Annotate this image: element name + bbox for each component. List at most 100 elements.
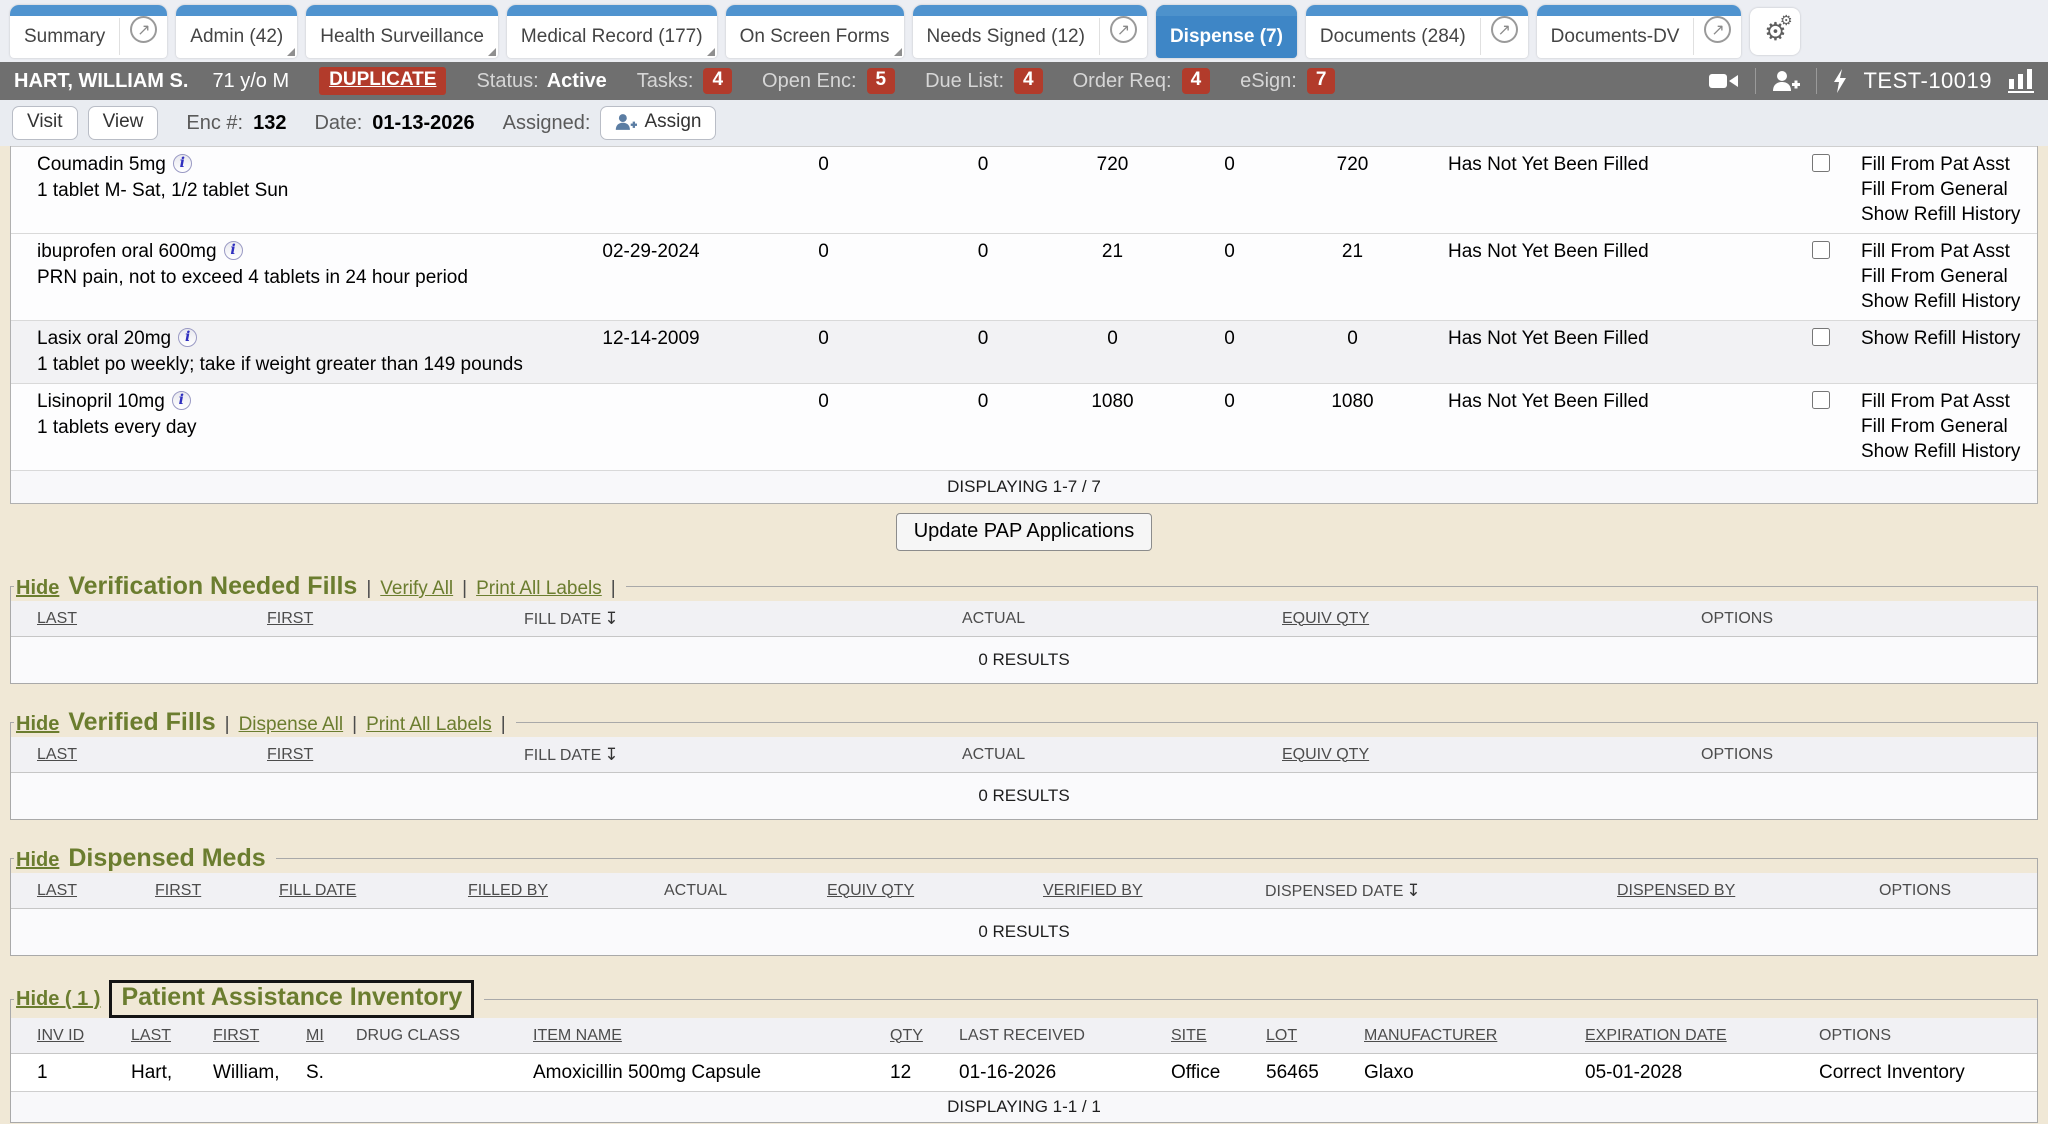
lightning-bolt-icon[interactable]	[1833, 69, 1847, 93]
row-checkbox[interactable]	[1812, 391, 1830, 409]
column-header-mi[interactable]: MI	[280, 1027, 330, 1045]
video-camera-icon[interactable]	[1709, 71, 1739, 91]
option-fill-from-pat-asst[interactable]: Fill From Pat Asst	[1861, 152, 2037, 177]
qty-cell: 12	[864, 1062, 933, 1084]
hide-link[interactable]: Hide	[16, 577, 59, 600]
column-header-first[interactable]: FIRST	[241, 610, 498, 628]
option-show-refill-history[interactable]: Show Refill History	[1861, 326, 2037, 351]
option-fill-from-general[interactable]: Fill From General	[1861, 264, 2037, 289]
bar-chart-icon[interactable]	[2008, 69, 2034, 93]
tab-documents[interactable]: Documents (284) ↗	[1306, 5, 1528, 58]
add-person-icon[interactable]	[1772, 70, 1800, 92]
esign-badge[interactable]: 7	[1307, 68, 1336, 94]
tasks-label: Tasks:	[637, 70, 694, 93]
column-header-inv-id[interactable]: INV ID	[11, 1027, 105, 1045]
external-link-icon[interactable]: ↗	[1704, 16, 1731, 43]
option-show-refill-history[interactable]: Show Refill History	[1861, 289, 2037, 314]
column-header-manufacturer[interactable]: MANUFACTURER	[1338, 1027, 1559, 1045]
tab-dispense[interactable]: Dispense (7)	[1156, 5, 1297, 58]
column-header-expiration-date[interactable]: EXPIRATION DATE	[1559, 1027, 1793, 1045]
dropdown-corner-icon	[894, 48, 902, 56]
tab-on-screen-forms[interactable]: On Screen Forms	[726, 5, 904, 58]
qty-cell: 0	[916, 389, 1050, 414]
info-icon[interactable]: i	[178, 328, 197, 347]
correct-inventory-action[interactable]: Correct Inventory	[1793, 1062, 2037, 1084]
tab-medical-record[interactable]: Medical Record (177)	[507, 5, 717, 58]
column-header-dispensed-date[interactable]: DISPENSED DATE↧	[1239, 881, 1591, 901]
fill-date-cell: 02-29-2024	[571, 239, 731, 264]
column-header-fill-date[interactable]: FILL DATE	[253, 882, 442, 900]
column-header-qty[interactable]: QTY	[864, 1027, 933, 1045]
order-req-label: Order Req:	[1073, 70, 1172, 93]
hide-link[interactable]: Hide ( 1 )	[16, 988, 100, 1011]
row-checkbox[interactable]	[1812, 154, 1830, 172]
enc-number-value: 132	[253, 112, 286, 135]
visit-button[interactable]: Visit	[12, 106, 78, 140]
column-header-site[interactable]: SITE	[1145, 1027, 1240, 1045]
tab-admin[interactable]: Admin (42)	[176, 5, 297, 58]
separator: |	[366, 578, 371, 600]
row-checkbox[interactable]	[1812, 241, 1830, 259]
column-header-last[interactable]: LAST	[105, 1027, 187, 1045]
column-header-first[interactable]: FIRST	[129, 882, 253, 900]
info-icon[interactable]: i	[173, 154, 192, 173]
tab-summary[interactable]: Summary ↗	[10, 5, 167, 58]
duplicate-badge[interactable]: DUPLICATE	[319, 67, 446, 95]
info-icon[interactable]: i	[224, 241, 243, 260]
option-fill-from-pat-asst[interactable]: Fill From Pat Asst	[1861, 239, 2037, 264]
column-header-fill-date[interactable]: FILL DATE↧	[498, 609, 936, 629]
column-header-first[interactable]: FIRST	[241, 746, 498, 764]
order-req-badge[interactable]: 4	[1182, 68, 1211, 94]
hide-link[interactable]: Hide	[16, 713, 59, 736]
update-pap-applications-button[interactable]: Update PAP Applications	[896, 513, 1153, 551]
option-fill-from-general[interactable]: Fill From General	[1861, 177, 2037, 202]
medication-sig: 1 tablet po weekly; take if weight great…	[37, 352, 571, 377]
column-header-equiv-qty[interactable]: EQUIV QTY	[1256, 610, 1675, 628]
column-header-equiv-qty[interactable]: EQUIV QTY	[1256, 746, 1675, 764]
row-checkbox[interactable]	[1812, 328, 1830, 346]
separator: |	[611, 578, 616, 600]
open-enc-badge[interactable]: 5	[867, 68, 896, 94]
print-all-labels-link[interactable]: Print All Labels	[366, 714, 492, 736]
settings-button[interactable]: ⚙ ⚙	[1750, 8, 1800, 55]
option-show-refill-history[interactable]: Show Refill History	[1861, 439, 2037, 464]
column-header-last[interactable]: LAST	[11, 610, 241, 628]
info-icon[interactable]: i	[172, 391, 191, 410]
medication-name[interactable]: Lisinopril 10mgi	[37, 389, 571, 414]
assign-button[interactable]: Assign	[600, 106, 716, 140]
column-header-fill-date[interactable]: FILL DATE↧	[498, 745, 936, 765]
column-header-dispensed-by[interactable]: DISPENSED BY	[1591, 882, 1853, 900]
external-link-icon[interactable]: ↗	[130, 16, 157, 43]
tab-health-surveillance[interactable]: Health Surveillance	[306, 5, 498, 58]
section-title: Verification Needed Fills	[68, 572, 357, 601]
dispense-all-link[interactable]: Dispense All	[239, 714, 344, 736]
column-header-filled-by[interactable]: FILLED BY	[442, 882, 638, 900]
column-header-first[interactable]: FIRST	[187, 1027, 280, 1045]
column-header-last[interactable]: LAST	[11, 746, 241, 764]
tab-needs-signed[interactable]: Needs Signed (12) ↗	[913, 5, 1147, 58]
column-header-verified-by[interactable]: VERIFIED BY	[1017, 882, 1239, 900]
option-fill-from-general[interactable]: Fill From General	[1861, 414, 2037, 439]
medication-name[interactable]: Coumadin 5mgi	[37, 152, 571, 177]
column-header-last[interactable]: LAST	[11, 882, 129, 900]
tasks-badge[interactable]: 4	[703, 68, 732, 94]
external-link-icon[interactable]: ↗	[1110, 16, 1137, 43]
external-link-icon[interactable]: ↗	[1491, 16, 1518, 43]
print-all-labels-link[interactable]: Print All Labels	[476, 578, 602, 600]
column-header-equiv-qty[interactable]: EQUIV QTY	[801, 882, 1017, 900]
medication-name[interactable]: Lasix oral 20mgi	[37, 326, 571, 351]
column-header-lot[interactable]: LOT	[1240, 1027, 1338, 1045]
due-list-badge[interactable]: 4	[1014, 68, 1043, 94]
tab-documents-dv[interactable]: Documents-DV ↗	[1537, 5, 1742, 58]
hide-link[interactable]: Hide	[16, 849, 59, 872]
option-fill-from-pat-asst[interactable]: Fill From Pat Asst	[1861, 389, 2037, 414]
medication-sig: 1 tablet M- Sat, 1/2 tablet Sun	[37, 178, 571, 203]
qty-cell: 0	[731, 389, 916, 414]
open-enc-label: Open Enc:	[762, 70, 857, 93]
verify-all-link[interactable]: Verify All	[380, 578, 453, 600]
column-header-item-name[interactable]: ITEM NAME	[507, 1027, 864, 1045]
column-header-last-received: LAST RECEIVED	[933, 1027, 1145, 1045]
medication-name[interactable]: ibuprofen oral 600mgi	[37, 239, 571, 264]
option-show-refill-history[interactable]: Show Refill History	[1861, 202, 2037, 227]
view-button[interactable]: View	[88, 106, 159, 140]
